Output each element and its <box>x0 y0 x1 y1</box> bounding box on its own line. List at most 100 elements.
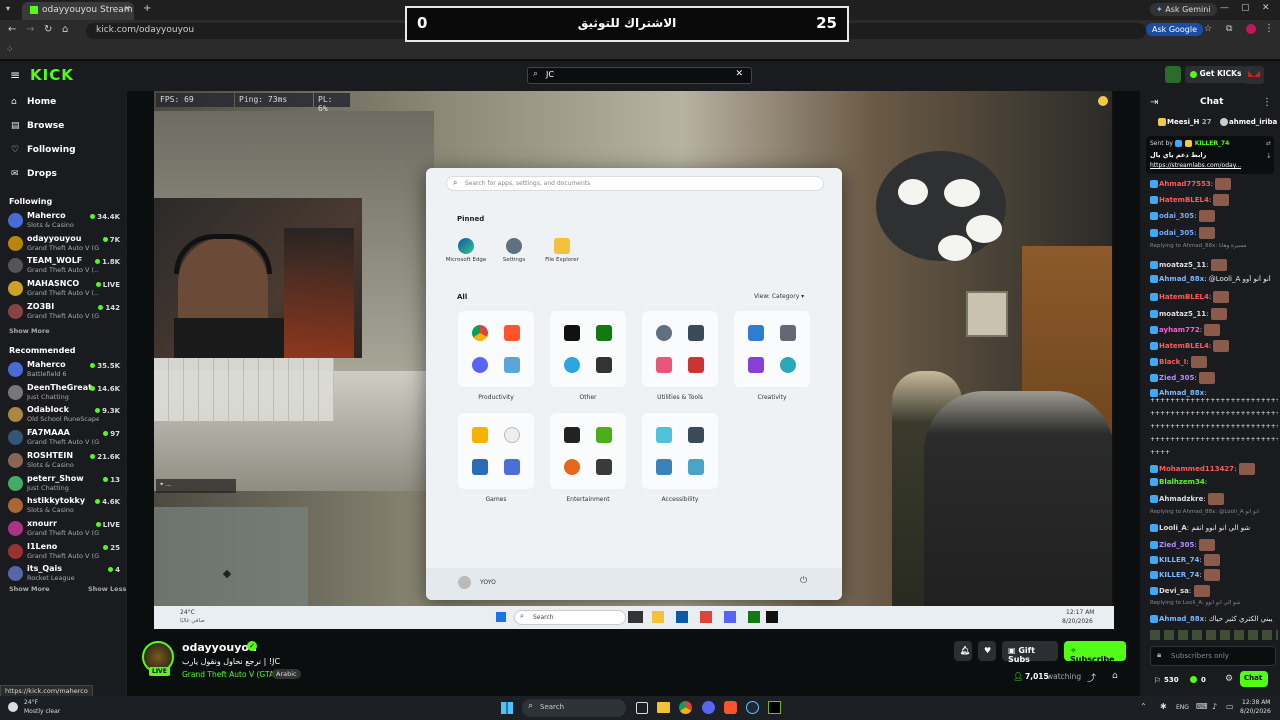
search-box[interactable]: ⌕ JC ✕ <box>527 67 752 84</box>
follow-heart-button[interactable]: ♥ <box>978 641 996 661</box>
maximize-icon[interactable]: ▢ <box>1241 3 1250 13</box>
windows-start-icon[interactable] <box>501 702 513 714</box>
sidebar-channel[interactable]: Odablock Old School RuneScape 9.3K <box>8 405 120 427</box>
folder-creativity[interactable] <box>734 311 810 387</box>
share-icon[interactable]: ⤴ <box>1087 671 1096 684</box>
sidebar-channel[interactable]: ZO3BI Grand Theft Auto V (G... 142 <box>8 302 120 324</box>
search-input[interactable]: JC <box>546 70 554 79</box>
minimize-icon[interactable]: — <box>1220 3 1229 13</box>
browser-menu-icon[interactable]: ⋮ <box>1264 23 1274 34</box>
clip-icon[interactable]: ⌂ <box>1112 671 1118 681</box>
profile-avatar[interactable] <box>1246 24 1256 34</box>
rewards-button[interactable] <box>1165 66 1181 83</box>
sidebar-channel[interactable]: Maherco Battlefield 6 35.5K <box>8 360 120 382</box>
power-icon[interactable]: ⏻ <box>800 576 807 586</box>
channel-points[interactable]: 530 <box>1164 676 1179 684</box>
pinned-link[interactable]: https://streamlabs.com/oday... <box>1150 162 1241 169</box>
pinned-collapse-icon[interactable]: ⇄ <box>1266 140 1271 147</box>
chat-username[interactable]: KILLER_74 <box>1159 571 1199 579</box>
clock-time[interactable]: 12:38 AM <box>1242 699 1270 706</box>
show-less-recommended[interactable]: Show Less <box>88 585 126 593</box>
keyboard-language[interactable]: ENG <box>1176 704 1189 711</box>
sidebar-channel[interactable]: peterr_Show Just Chatting 13 <box>8 474 120 496</box>
pinned-message[interactable]: Sent by KILLER_74 ⇄ رابط دعم ياي يال htt… <box>1146 136 1274 174</box>
taskbar-search[interactable]: ⌕ Search <box>522 699 626 717</box>
chat-gear-icon[interactable]: ⚙ <box>1225 674 1233 684</box>
chrome-taskbar-icon[interactable] <box>679 701 692 714</box>
apps-grid-icon[interactable]: ⁘ <box>6 45 14 55</box>
reload-icon[interactable]: ↻ <box>44 24 52 35</box>
sidebar-channel[interactable]: hstikkytokky Slots & Casino 4.6K <box>8 496 120 518</box>
sidebar-channel[interactable]: odayyouyouGrand Theft Auto V (GTA) 7K <box>8 234 120 256</box>
forward-icon[interactable]: → <box>26 24 34 35</box>
kick-logo[interactable]: KICK <box>30 66 74 84</box>
send-chat-button[interactable]: Chat <box>1240 671 1268 687</box>
chat-username[interactable]: odai_305 <box>1159 229 1194 237</box>
folder-utilities[interactable] <box>642 311 718 387</box>
collapse-chat-icon[interactable]: ⇥ <box>1150 97 1158 108</box>
tray-chevron-icon[interactable]: ⌃ <box>1140 702 1147 711</box>
browser-tab-active[interactable]: odayyouyou Stream - Wat <box>22 2 134 20</box>
chat-settings-icon[interactable]: ⋮ <box>1262 97 1272 108</box>
brave-taskbar-icon[interactable] <box>724 701 737 714</box>
kicks-balance[interactable]: 0 <box>1201 676 1206 684</box>
view-category-dropdown[interactable]: View: Category ▾ <box>754 293 804 300</box>
ask-google-button[interactable]: Ask Google <box>1146 23 1204 36</box>
sidebar-channel[interactable]: DeenTheGreat Just Chatting 14.6K <box>8 383 120 405</box>
file-explorer-icon[interactable] <box>657 702 670 713</box>
new-tab-icon[interactable]: + <box>143 3 151 14</box>
subscribe-button[interactable]: ✧ Subscribe <box>1064 641 1126 664</box>
folder-other[interactable] <box>550 311 626 387</box>
chat-username[interactable]: Ahmad77553 <box>1159 180 1211 188</box>
network-icon[interactable]: ⌨ <box>1196 702 1208 711</box>
chat-username[interactable]: Black_I <box>1159 358 1186 366</box>
folder-productivity[interactable] <box>458 311 534 387</box>
chat-username[interactable]: Blalhzem34 <box>1159 478 1205 486</box>
chat-username[interactable]: odai_305 <box>1159 212 1194 220</box>
chat-username[interactable]: Ahmad_88x <box>1159 615 1204 623</box>
show-more-following[interactable]: Show More <box>9 327 50 335</box>
ask-gemini-button[interactable]: ✦ Ask Gemini <box>1150 3 1217 16</box>
chat-username[interactable]: moataz5_11 <box>1159 261 1206 269</box>
extensions-icon[interactable]: ⧉ <box>1226 24 1232 34</box>
sidebar-channel[interactable]: I1LenoGrand Theft Auto V (GTA) 25 <box>8 542 120 564</box>
sidebar-channel[interactable]: Maherco Slots & Casino 34.4K <box>8 211 120 233</box>
chat-input[interactable]: 🔒︎ Subscribers only <box>1150 646 1276 666</box>
sidebar-channel[interactable]: ROSHTEIN Slots & Casino 21.6K <box>8 451 120 473</box>
back-icon[interactable]: ← <box>8 24 16 35</box>
stream-tag[interactable]: Arabic <box>272 669 301 679</box>
get-kicks-button[interactable]: Get KICKs <box>1185 66 1247 83</box>
clock-date[interactable]: 8/20/2026 <box>1240 708 1271 715</box>
volume-icon[interactable]: ♪ <box>1212 702 1217 711</box>
close-window-icon[interactable]: ✕ <box>1262 3 1270 13</box>
tab-close-icon[interactable]: ✕ <box>124 4 131 13</box>
gift-subs-button[interactable]: ▣ Gift Subs <box>1002 641 1058 664</box>
home-icon[interactable]: ⌂ <box>62 24 68 35</box>
chat-username[interactable]: ayham772 <box>1159 326 1200 334</box>
chat-username[interactable]: KILLER_74 <box>1159 556 1199 564</box>
folder-entertainment[interactable] <box>550 413 626 489</box>
sidebar-channel[interactable]: MAHASNCO Grand Theft Auto V (... LIVE <box>8 279 120 301</box>
weather-temp[interactable]: 24°F <box>24 699 38 706</box>
hamburger-menu-icon[interactable]: ≡ <box>10 68 20 82</box>
chat-username[interactable]: Devi_sa <box>1159 587 1189 595</box>
tab-menu-icon[interactable]: ▾ <box>6 4 10 13</box>
sidebar-channel[interactable]: FA7MAAAGrand Theft Auto V (GTA) 97 <box>8 428 120 450</box>
chat-username[interactable]: Ahmad_88x <box>1159 389 1204 397</box>
start-search-field[interactable]: ⌕ Search for apps, settings, and documen… <box>446 176 824 191</box>
user-avatar[interactable]: ◣◢ <box>1244 66 1264 84</box>
chat-username[interactable]: Zied_305 <box>1159 541 1194 549</box>
chat-username[interactable]: HatemBLEL4 <box>1159 196 1209 204</box>
nvidia-taskbar-icon[interactable] <box>768 701 781 714</box>
chat-username[interactable]: Ahmad_88x <box>1159 275 1204 283</box>
search-clear-icon[interactable]: ✕ <box>735 69 743 79</box>
battery-icon[interactable]: ▭ <box>1226 702 1234 711</box>
sidebar-channel[interactable]: xnourrGrand Theft Auto V (GTA)LIVE <box>8 519 120 541</box>
chat-username[interactable]: Ahmadzkre <box>1159 495 1203 503</box>
folder-games[interactable] <box>458 413 534 489</box>
show-more-recommended[interactable]: Show More <box>9 585 50 593</box>
sidebar-channel[interactable]: TEAM_WOLF Grand Theft Auto V (... 1.8K <box>8 256 120 278</box>
notifications-button[interactable]: 🔔︎ <box>954 641 972 661</box>
stream-category[interactable]: Grand Theft Auto V (GTA) <box>182 670 277 679</box>
steam-taskbar-icon[interactable] <box>746 701 759 714</box>
